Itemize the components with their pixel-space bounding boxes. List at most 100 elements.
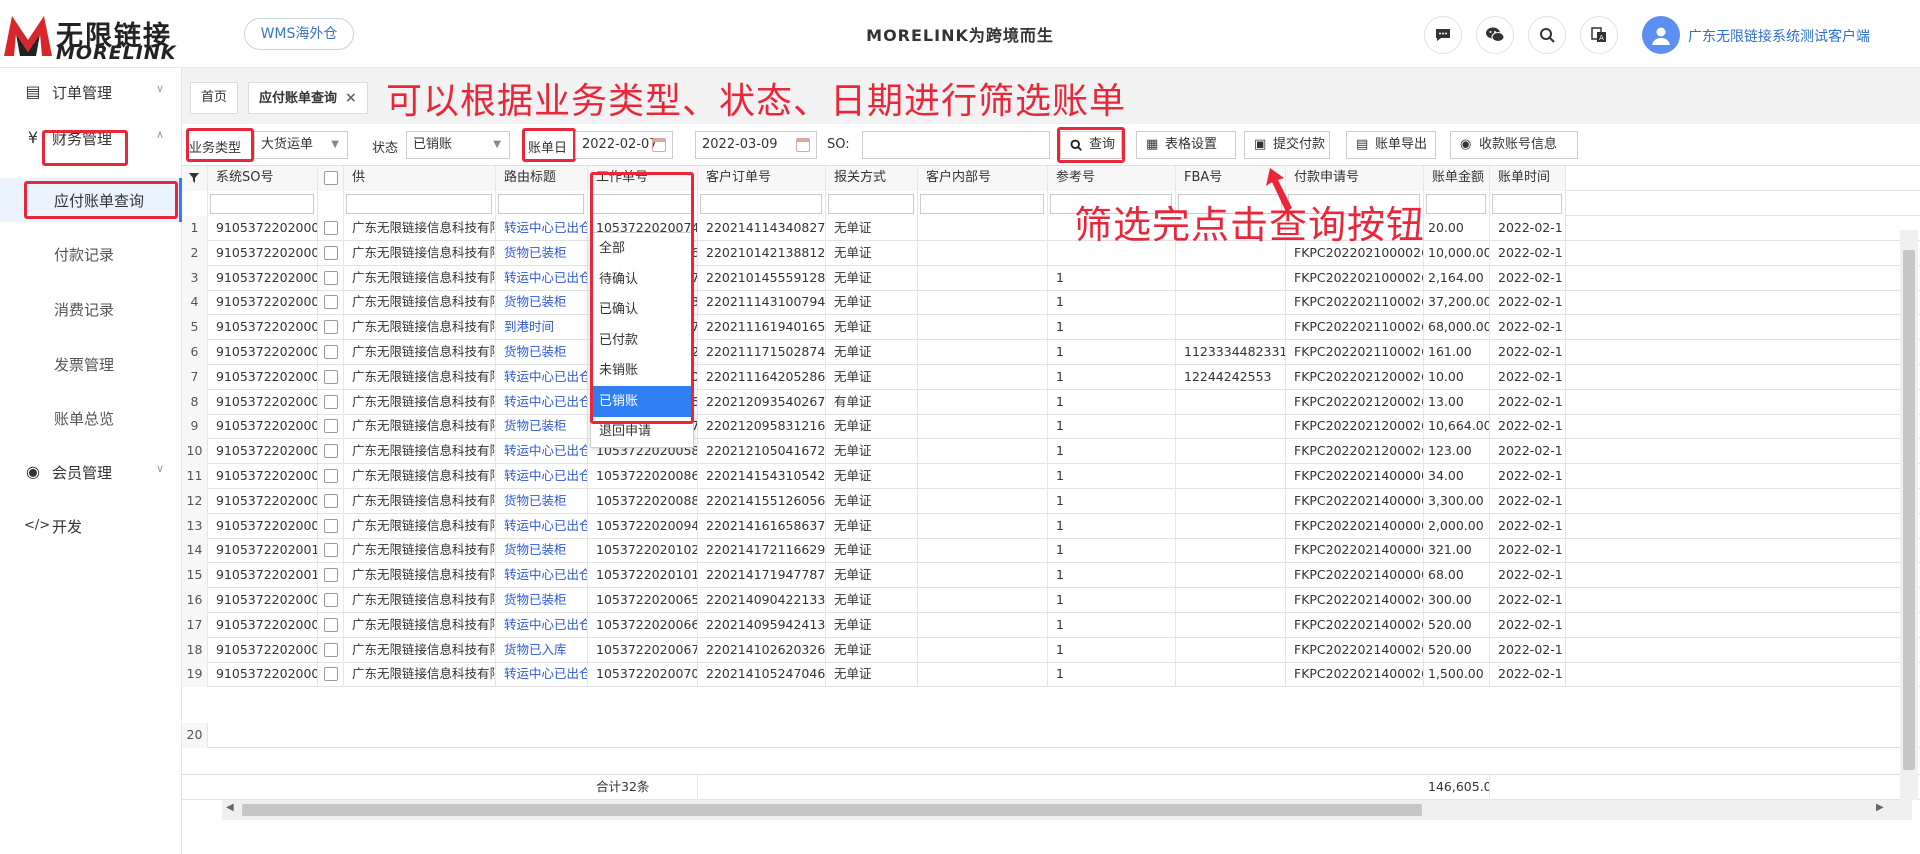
scrollbar-thumb[interactable] bbox=[242, 804, 1422, 816]
row-checkbox[interactable] bbox=[318, 340, 344, 365]
table-row[interactable]: 19910537220200072广东无限链接信息科技有限公司1转运中心已出仓1… bbox=[182, 662, 1920, 688]
vertical-scrollbar[interactable] bbox=[1900, 230, 1918, 800]
filter-amount[interactable] bbox=[1424, 191, 1490, 216]
wechat-icon[interactable] bbox=[1476, 16, 1514, 54]
cell-route[interactable]: 转运中心已出仓 bbox=[496, 389, 588, 415]
row-checkbox[interactable] bbox=[318, 588, 344, 613]
filter-route[interactable] bbox=[496, 191, 588, 216]
export-bill-button[interactable]: ▤ 账单导出 bbox=[1346, 131, 1436, 159]
account-info-button[interactable]: ◉ 收款账号信息 bbox=[1450, 131, 1578, 159]
filter-time[interactable] bbox=[1490, 191, 1566, 216]
table-row[interactable]: 14910537220200103 广东无限链接信息科技有限公司1货物已装柜105… bbox=[182, 538, 1920, 564]
col-header-cust-order[interactable]: 客户订单号 bbox=[698, 166, 826, 191]
table-row[interactable]: 7910537220200053 广东无限链接信息科技有限公司1转运中心已出仓 10… bbox=[182, 364, 1920, 390]
row-checkbox[interactable] bbox=[318, 538, 344, 564]
tab-payable-bills[interactable]: 应付账单查询 × bbox=[248, 82, 368, 114]
cell-route[interactable]: 货物已装柜 bbox=[496, 588, 588, 613]
sidebar-subitem-overview[interactable]: 账单总览 bbox=[0, 396, 182, 440]
col-header-amount[interactable]: 账单金额 bbox=[1424, 166, 1490, 191]
so-input[interactable] bbox=[862, 131, 1050, 159]
filter-cust-order[interactable] bbox=[698, 191, 826, 216]
col-header-time[interactable]: 账单时间 bbox=[1490, 166, 1566, 191]
col-header-so[interactable]: 系统SO号 bbox=[208, 166, 318, 191]
filter-so[interactable] bbox=[208, 191, 318, 216]
cell-route[interactable]: 到港时间 bbox=[496, 315, 588, 341]
col-header-decl[interactable]: 报关方式 bbox=[826, 166, 918, 191]
row-checkbox[interactable] bbox=[318, 612, 344, 638]
sidebar-subitem-consumption[interactable]: 消费记录 bbox=[0, 287, 182, 331]
sidebar-item-orders[interactable]: ▤ 订单管理 ∨ bbox=[0, 70, 182, 114]
table-row[interactable]: 3910537220200031广东无限链接信息科技有限公司1转运中心已出仓10… bbox=[182, 265, 1920, 291]
scroll-right-icon[interactable]: ▶ bbox=[1876, 802, 1884, 813]
date-from-input[interactable]: 2022-02-07 bbox=[575, 131, 673, 159]
table-row[interactable]: 8910537220200058广东无限链接信息科技有限公司1转运中心已出仓10… bbox=[182, 389, 1920, 415]
close-icon[interactable]: × bbox=[345, 90, 357, 106]
row-checkbox[interactable] bbox=[318, 464, 344, 489]
sidebar-subitem-invoices[interactable]: 发票管理 bbox=[0, 342, 182, 386]
table-row[interactable]: 18910537220200069 广东无限链接信息科技有限公司1货物已入库105… bbox=[182, 637, 1920, 663]
user-name[interactable]: 广东无限链接系统测试客户端 bbox=[1688, 26, 1870, 46]
cell-route[interactable]: 转运中心已出仓 bbox=[496, 364, 588, 390]
table-settings-button[interactable]: ▦ 表格设置 bbox=[1136, 131, 1236, 159]
col-header-ref[interactable]: 参考号 bbox=[1048, 166, 1176, 191]
row-checkbox[interactable] bbox=[318, 364, 344, 390]
col-header-pay-apply[interactable]: 付款申请号 bbox=[1286, 166, 1424, 191]
sidebar-subitem-payment-records[interactable]: 付款记录 bbox=[0, 232, 182, 276]
avatar[interactable] bbox=[1642, 16, 1680, 54]
translate-icon[interactable]: A bbox=[1580, 16, 1618, 54]
submit-payment-button[interactable]: ▣ 提交付款 bbox=[1244, 131, 1330, 159]
cell-route[interactable]: 货物已装柜 bbox=[496, 538, 588, 564]
table-row[interactable]: 9910537220200059广东无限链接信息科技有限公司1货物已装柜1053… bbox=[182, 414, 1920, 440]
cell-route[interactable]: 转运中心已出仓 bbox=[496, 662, 588, 688]
cell-route[interactable]: 货物已装柜 bbox=[496, 414, 588, 440]
cell-route[interactable]: 货物已装柜 bbox=[496, 488, 588, 514]
table-row[interactable]: 5910537220200050广东无限链接信息科技有限公司1到港时间10537… bbox=[182, 315, 1920, 341]
message-icon[interactable] bbox=[1424, 16, 1462, 54]
filter-inner[interactable] bbox=[918, 191, 1048, 216]
logo[interactable]: 无限链接 MORELINK bbox=[0, 6, 180, 64]
table-row[interactable]: 1910537220200076广东无限链接信息科技有限公司1转运中心已出仓10… bbox=[182, 216, 1920, 241]
table-row[interactable]: 15910537220200102广东无限链接信息科技有限公司1转运中心已出仓1… bbox=[182, 563, 1920, 589]
row-checkbox[interactable] bbox=[318, 662, 344, 688]
date-to-input[interactable]: 2022-03-09 bbox=[695, 131, 817, 159]
table-row[interactable]: 6910537220200055广东无限链接信息科技有限公司1货物已装柜1053… bbox=[182, 340, 1920, 365]
table-row[interactable]: 11910537220200087广东无限链接信息科技有限公司1转运中心已出仓1… bbox=[182, 464, 1920, 489]
tab-home[interactable]: 首页 bbox=[190, 82, 239, 114]
table-row[interactable]: 2910537220200030广东无限链接信息科技有限公司1货物已装柜1053… bbox=[182, 240, 1920, 266]
scrollbar-thumb[interactable] bbox=[1903, 250, 1915, 770]
calendar-icon[interactable] bbox=[796, 138, 810, 152]
row-checkbox[interactable] bbox=[318, 290, 344, 316]
col-header-route[interactable]: 路由标题 bbox=[496, 166, 588, 191]
calendar-icon[interactable] bbox=[652, 138, 666, 152]
status-select[interactable]: 已销账 ▼ bbox=[406, 131, 510, 159]
biz-type-select[interactable]: 大货运单 ▼ bbox=[254, 131, 348, 159]
table-row[interactable]: 16910537220200067 广东无限链接信息科技有限公司1货物已装柜105… bbox=[182, 588, 1920, 613]
search-icon[interactable] bbox=[1528, 16, 1566, 54]
table-row[interactable]: 10910537220200060 广东无限链接信息科技有限公司1转运中心已出仓 1… bbox=[182, 439, 1920, 465]
row-checkbox[interactable] bbox=[318, 637, 344, 663]
filter-supplier[interactable] bbox=[344, 191, 496, 216]
filter-decl[interactable] bbox=[826, 191, 918, 216]
cell-route[interactable]: 货物已入库 bbox=[496, 637, 588, 663]
table-row[interactable]: 4910537220200046广东无限链接信息科技有限公司1货物已装柜1053… bbox=[182, 290, 1920, 316]
cell-route[interactable]: 转运中心已出仓 bbox=[496, 439, 588, 465]
row-checkbox[interactable] bbox=[318, 216, 344, 241]
row-checkbox[interactable] bbox=[318, 563, 344, 589]
cell-route[interactable]: 货物已装柜 bbox=[496, 290, 588, 316]
row-checkbox[interactable] bbox=[318, 389, 344, 415]
row-checkbox[interactable] bbox=[318, 414, 344, 440]
row-checkbox[interactable] bbox=[318, 240, 344, 266]
cell-route[interactable]: 转运中心已出仓 bbox=[496, 216, 588, 241]
row-checkbox[interactable] bbox=[318, 265, 344, 291]
cell-route[interactable]: 转运中心已出仓 bbox=[496, 464, 588, 489]
cell-route[interactable]: 转运中心已出仓 bbox=[496, 513, 588, 539]
table-row[interactable]: 17910537220200068广东无限链接信息科技有限公司1转运中心已出仓1… bbox=[182, 612, 1920, 638]
table-row[interactable]: 13910537220200095广东无限链接信息科技有限公司1转运中心已出仓1… bbox=[182, 513, 1920, 539]
row-checkbox[interactable] bbox=[318, 315, 344, 341]
cell-route[interactable]: 转运中心已出仓 bbox=[496, 265, 588, 291]
cell-route[interactable]: 货物已装柜 bbox=[496, 240, 588, 266]
row-checkbox[interactable] bbox=[318, 439, 344, 465]
scroll-left-icon[interactable]: ◀ bbox=[226, 802, 234, 813]
wms-button[interactable]: WMS海外仓 bbox=[244, 18, 354, 50]
select-all-checkbox[interactable] bbox=[318, 166, 344, 191]
